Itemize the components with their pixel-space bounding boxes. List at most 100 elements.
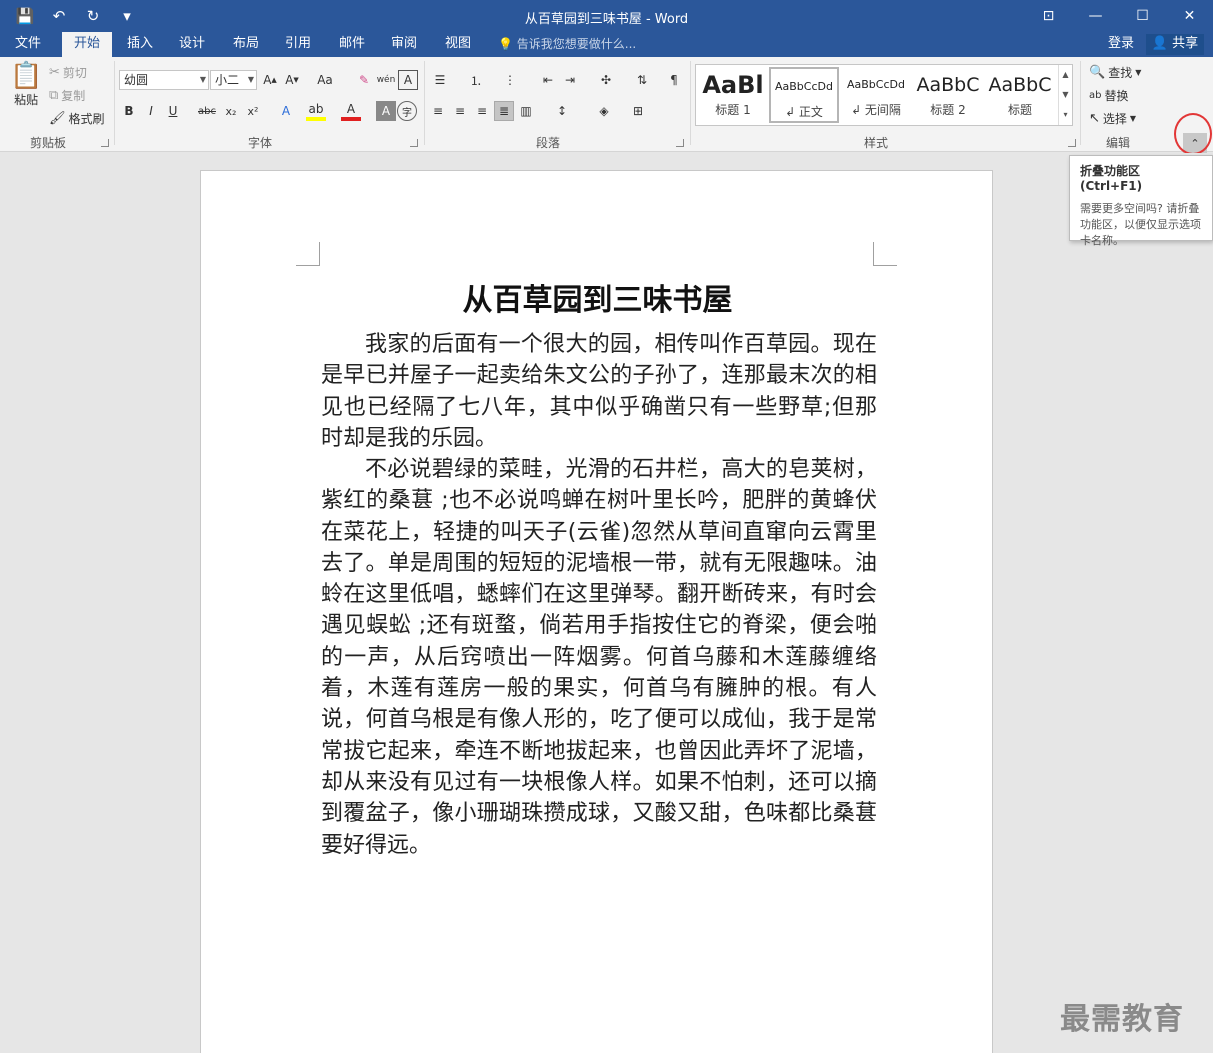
tab-home[interactable]: 开始 <box>62 32 112 57</box>
gallery-scroll[interactable]: ▲ ▼ ▾ <box>1058 65 1072 125</box>
tooltip: 折叠功能区(Ctrl+F1) 需要更多空间吗? 请折叠功能区，以便仅显示选项卡名… <box>1069 155 1213 247</box>
paragraph: 不必说碧绿的菜畦，光滑的石井栏，高大的皂荚树，紫红的桑葚 ;也不必说鸣蝉在树叶里… <box>321 457 877 858</box>
tab-design[interactable]: 设计 <box>168 32 216 57</box>
superscript-icon[interactable]: x² <box>243 101 263 121</box>
font-size-value: 小二 <box>215 73 240 87</box>
line-spacing-icon[interactable]: ↕ <box>548 101 576 121</box>
show-marks-icon[interactable]: ¶ <box>664 70 684 90</box>
copy-icon: ⧉ <box>49 88 59 103</box>
tab-review[interactable]: 审阅 <box>380 32 428 57</box>
font-dialog-launcher[interactable] <box>410 139 418 147</box>
paragraph-dialog-launcher[interactable] <box>676 139 684 147</box>
paragraph: 我家的后面有一个很大的园，相传叫作百草园。现在是早已并屋子一起卖给朱文公的子孙了… <box>321 332 877 451</box>
tab-insert[interactable]: 插入 <box>116 32 164 57</box>
grow-font-icon[interactable]: A ▲ <box>260 70 280 90</box>
tooltip-body: 需要更多空间吗? 请折叠功能区，以便仅显示选项卡名称。 <box>1080 202 1201 247</box>
close-button[interactable]: ✕ <box>1166 0 1213 32</box>
tab-view[interactable]: 视图 <box>434 32 482 57</box>
share-label: 共享 <box>1172 36 1199 51</box>
borders-icon[interactable]: ⊞ <box>624 101 652 121</box>
font-family-combo[interactable]: 幼圆 ▼ <box>119 70 209 90</box>
title-bar: 💾 ↶ ↻ ▾ 从百草园到三味书屋 - Word ⊡ — ☐ ✕ <box>0 0 1213 32</box>
change-case-button[interactable]: Aa <box>310 70 340 90</box>
enclose-characters-icon[interactable]: 字 <box>397 101 417 121</box>
justify-icon[interactable]: ≣ <box>494 101 514 121</box>
italic-icon[interactable]: I <box>141 101 161 121</box>
decrease-indent-icon[interactable]: ⇤ <box>538 70 558 90</box>
style-preview: AaBbC <box>988 74 1052 96</box>
text-effects-icon[interactable]: A <box>276 101 296 121</box>
strikethrough-icon[interactable]: abc <box>197 101 217 121</box>
change-case-label: Aa <box>317 73 333 87</box>
character-border-icon[interactable]: A <box>398 70 418 90</box>
tab-file[interactable]: 文件 <box>4 32 52 57</box>
login-link[interactable]: 登录 <box>1108 32 1134 56</box>
ribbon-display-options-icon[interactable]: ⊡ <box>1025 0 1072 32</box>
paintbrush-icon: 🖌 <box>49 111 66 126</box>
document-page[interactable]: 从百草园到三味书屋 我家的后面有一个很大的园，相传叫作百草园。现在是早已并屋子一… <box>200 170 993 1053</box>
cut-label: 剪切 <box>62 66 87 80</box>
align-center-icon[interactable]: ≡ <box>450 101 470 121</box>
select-button[interactable]: ↖ 选择 ▼ <box>1089 110 1136 127</box>
chevron-up-icon[interactable]: ▲ <box>1059 65 1072 85</box>
multilevel-list-icon[interactable]: ⋮ <box>498 70 522 90</box>
paste-label: 粘贴 <box>14 93 39 107</box>
bullets-icon[interactable]: ☰ <box>428 70 452 90</box>
paste-button[interactable]: 📋 粘贴 <box>10 63 42 108</box>
tell-me-box[interactable]: 💡 告诉我您想要做什么... <box>498 32 636 57</box>
lightbulb-icon: 💡 <box>498 37 513 51</box>
cut-button[interactable]: ✂ 剪切 <box>49 64 87 81</box>
watermark: 最需教育 <box>1060 1002 1184 1037</box>
chinese-layout-icon[interactable]: ✣ <box>592 70 620 90</box>
tab-layout[interactable]: 布局 <box>222 32 270 57</box>
increase-indent-icon[interactable]: ⇥ <box>560 70 580 90</box>
format-painter-button[interactable]: 🖌 格式刷 <box>49 110 105 127</box>
copy-button[interactable]: ⧉ 复制 <box>49 87 85 104</box>
find-button[interactable]: 🔍 查找 ▼ <box>1089 64 1141 81</box>
replace-button[interactable]: ab 替换 <box>1089 87 1129 104</box>
styles-dialog-launcher[interactable] <box>1068 139 1076 147</box>
style-preview: AaBbCcDd <box>775 80 833 93</box>
format-painter-label: 格式刷 <box>68 112 105 126</box>
crop-mark <box>873 242 897 266</box>
style-heading-2[interactable]: AaBbC 标题 2 <box>913 67 983 123</box>
character-shading-icon[interactable]: A <box>376 101 396 121</box>
subscript-icon[interactable]: x₂ <box>221 101 241 121</box>
underline-icon[interactable]: U <box>163 101 183 121</box>
style-normal[interactable]: AaBbCcDd ↲ 正文 <box>769 67 839 123</box>
highlight-icon[interactable]: ab <box>306 101 326 121</box>
font-family-value: 幼圆 <box>124 73 149 87</box>
tab-references[interactable]: 引用 <box>274 32 322 57</box>
style-no-spacing[interactable]: AaBbCcDd ↲ 无间隔 <box>841 67 911 123</box>
share-button[interactable]: 👤 共享 <box>1146 34 1204 55</box>
shrink-font-icon[interactable]: A ▼ <box>282 70 302 90</box>
minimize-button[interactable]: — <box>1072 0 1119 32</box>
style-preview: AaBbC <box>916 74 980 96</box>
align-left-icon[interactable]: ≡ <box>428 101 448 121</box>
align-right-icon[interactable]: ≡ <box>472 101 492 121</box>
distributed-icon[interactable]: ▥ <box>516 101 536 121</box>
phonetic-guide-icon[interactable]: wén <box>376 70 396 90</box>
group-divider <box>690 61 691 145</box>
font-color-icon[interactable]: A <box>341 101 361 121</box>
tab-mailings[interactable]: 邮件 <box>328 32 376 57</box>
scissors-icon: ✂ <box>49 65 60 80</box>
shading-icon[interactable]: ◈ <box>590 101 618 121</box>
maximize-button[interactable]: ☐ <box>1119 0 1166 32</box>
style-heading-1[interactable]: AaBl 标题 1 <box>698 67 768 123</box>
sort-icon[interactable]: ⇅ <box>632 70 652 90</box>
clipboard-group-label: 剪贴板 <box>29 136 66 150</box>
clipboard-dialog-launcher[interactable] <box>101 139 109 147</box>
document-title: 从百草园到三味书屋 <box>462 283 733 318</box>
style-title[interactable]: AaBbC 标题 <box>985 67 1055 123</box>
style-name: 标题 <box>1007 103 1032 117</box>
bold-icon[interactable]: B <box>119 101 139 121</box>
numbering-icon[interactable]: ⒈ <box>464 70 488 90</box>
gallery-more-icon[interactable]: ▾ <box>1059 105 1072 125</box>
chevron-down-icon[interactable]: ▼ <box>1059 85 1072 105</box>
clear-formatting-icon[interactable]: ✎ <box>354 70 374 90</box>
font-size-combo[interactable]: 小二 ▼ <box>210 70 257 90</box>
highlight-circle <box>1174 113 1212 155</box>
crop-mark <box>296 242 320 266</box>
group-divider <box>114 61 115 145</box>
